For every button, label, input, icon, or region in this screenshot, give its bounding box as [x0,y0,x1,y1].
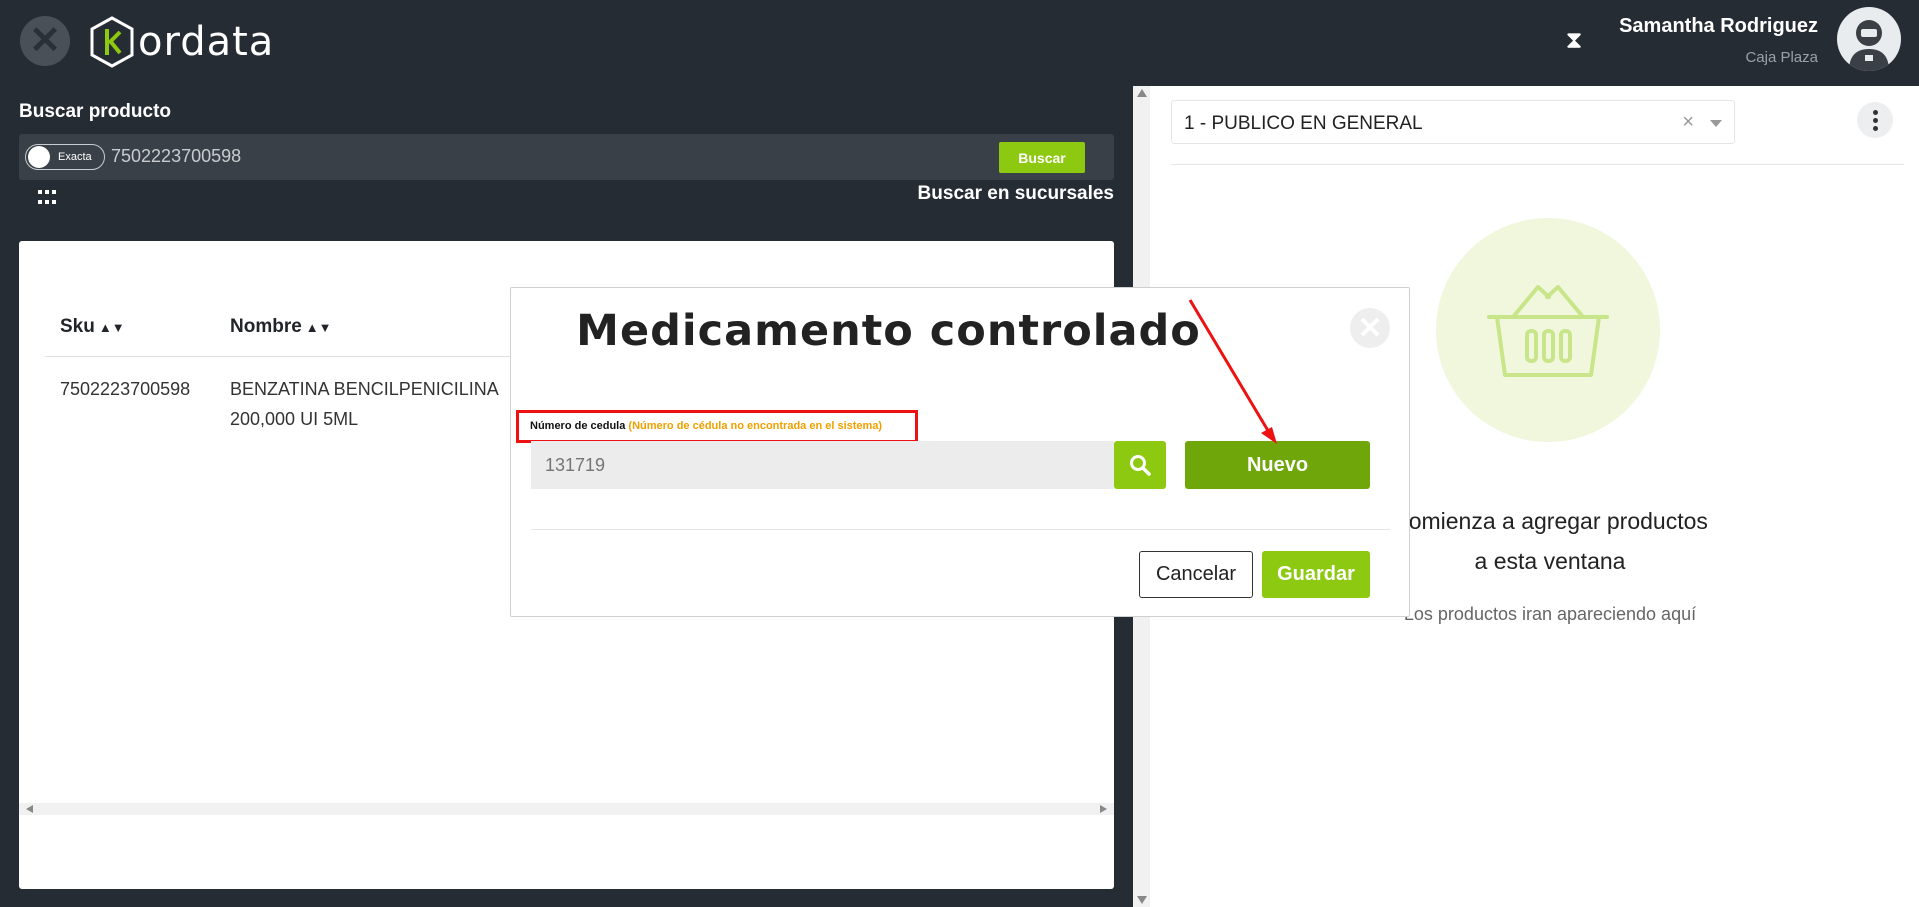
clear-icon[interactable]: × [1682,111,1694,134]
cedula-warning: (Número de cédula no encontrada en el si… [628,420,883,432]
controlled-medication-modal: Medicamento controlado ✕ Número de cedul… [510,287,1410,617]
column-header-name[interactable]: Nombre ▲▼ [230,316,332,338]
cell-name-line2: 200,000 UI 5ML [230,409,359,429]
divider [1171,164,1904,165]
close-icon[interactable]: ✕ [1350,308,1390,348]
avatar-icon[interactable] [1837,7,1901,71]
client-select-value: 1 - PUBLICO EN GENERAL [1184,113,1423,134]
grid-icon[interactable] [38,190,56,206]
annotation-highlight-box: Número de cedula (Número de cédula no en… [516,410,918,443]
search-icon [1130,455,1151,476]
divider [531,529,1390,530]
cell-name-line1: BENZATINA BENCILPENICILINA [230,379,499,399]
search-bar: Exacta 7502223700598 Buscar [19,134,1114,180]
close-icon[interactable]: ✕ [20,16,70,66]
search-cedula-button[interactable] [1114,441,1166,489]
cell-sku: 7502223700598 [60,379,191,399]
client-select[interactable]: 1 - PUBLICO EN GENERAL × [1171,100,1735,144]
user-name: Samantha Rodriguez [1619,15,1818,37]
modal-title: Medicamento controlado [576,306,1201,356]
scroll-up-icon[interactable] [1137,89,1147,97]
basket-icon [1436,218,1660,442]
toggle-knob [28,146,50,168]
search-label: Buscar producto [19,101,172,122]
kordata-logo: ordata [88,14,274,70]
logo-text: ordata [138,19,275,65]
scroll-down-icon[interactable] [1137,896,1147,904]
save-button[interactable]: Guardar [1262,551,1370,598]
hourglass-icon[interactable]: ⧗ [1564,28,1584,54]
logo-k-icon [90,16,134,68]
search-input[interactable]: 7502223700598 [111,146,241,167]
scroll-left-icon[interactable] [26,805,33,813]
new-patient-button[interactable]: Nuevo [1185,441,1370,489]
scroll-right-icon[interactable] [1100,805,1107,813]
column-header-sku[interactable]: Sku ▲▼ [60,316,125,338]
search-branches-link[interactable]: Buscar en sucursales [918,183,1114,205]
user-location: Caja Plaza [1745,49,1818,66]
top-bar: ✕ ordata ⧗ Samantha Rodriguez Caja Plaza [0,0,1919,86]
horizontal-scrollbar[interactable] [19,803,1114,815]
sort-icon: ▲▼ [98,320,125,335]
more-options-icon[interactable] [1857,102,1893,138]
search-button[interactable]: Buscar [999,142,1085,173]
exact-toggle[interactable]: Exacta [25,144,105,170]
cedula-label: Número de cedula (Número de cédula no en… [530,420,883,432]
cedula-input[interactable] [531,441,1114,489]
chevron-down-icon[interactable] [1710,120,1722,127]
toggle-label: Exacta [58,151,92,163]
cancel-button[interactable]: Cancelar [1139,551,1253,598]
sort-icon: ▲▼ [305,320,332,335]
